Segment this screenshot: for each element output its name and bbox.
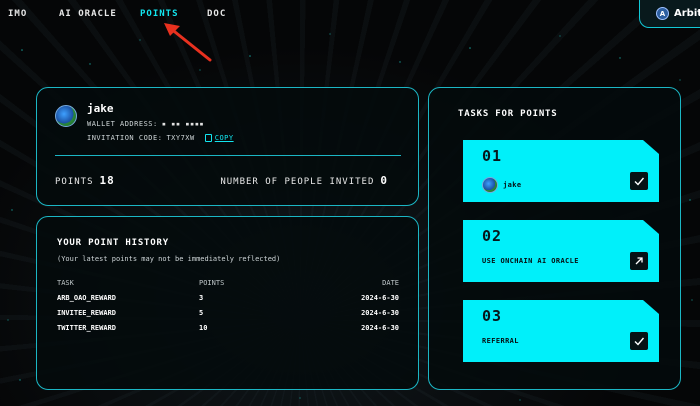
invited-label: NUMBER OF PEOPLE INVITED xyxy=(220,177,375,187)
nav-doc[interactable]: DOC xyxy=(207,9,226,19)
arrow-up-right-icon[interactable] xyxy=(630,252,648,270)
divider xyxy=(55,155,401,156)
wallet-value: ▪ ▪▪ ▪▪▪▪ xyxy=(161,120,205,128)
wallet-label: WALLET ADDRESS: xyxy=(87,120,158,128)
task-label: REFERRAL xyxy=(482,337,519,345)
points-summary: POINTS 18 xyxy=(55,174,115,187)
check-icon[interactable] xyxy=(630,172,648,190)
copy-button[interactable]: COPY xyxy=(204,134,234,142)
row-points: 10 xyxy=(199,323,208,332)
invited-summary: NUMBER OF PEOPLE INVITED 0 xyxy=(220,174,388,187)
invitation-label: INVITATION CODE: xyxy=(87,134,163,142)
task-label-text: USE ONCHAIN AI ORACLE xyxy=(482,257,579,265)
task-label-text: REFERRAL xyxy=(482,337,519,345)
check-icon[interactable] xyxy=(630,332,648,350)
copy-icon xyxy=(204,134,212,142)
nav-imo[interactable]: IMO xyxy=(8,9,27,19)
avatar xyxy=(55,105,77,127)
history-table: TASK POINTS DATE ARB_OAO_REWARD 3 2024-6… xyxy=(57,275,399,335)
nav-points[interactable]: POINTS xyxy=(140,9,179,19)
task-label: USE ONCHAIN AI ORACLE xyxy=(482,257,579,265)
col-points: POINTS xyxy=(199,278,225,287)
point-history-panel: YOUR POINT HISTORY (Your latest points m… xyxy=(36,216,419,390)
task-number: 01 xyxy=(482,147,503,165)
row-date: 2024-6-30 xyxy=(361,293,399,302)
tasks-title: TASKS FOR POINTS xyxy=(458,109,558,119)
network-button[interactable]: A Arbitr xyxy=(639,0,700,28)
network-label: Arbitr xyxy=(674,8,700,19)
table-header: TASK POINTS DATE xyxy=(57,275,399,290)
task-label: jake xyxy=(482,177,521,193)
task-number: 03 xyxy=(482,307,503,325)
col-date: DATE xyxy=(382,278,399,287)
task-number: 02 xyxy=(482,227,503,245)
row-task: TWITTER_REWARD xyxy=(57,323,117,332)
row-points: 3 xyxy=(199,293,204,302)
row-points: 5 xyxy=(199,308,204,317)
nav-ai-oracle[interactable]: AI ORACLE xyxy=(59,9,117,19)
profile-panel: jake WALLET ADDRESS: ▪ ▪▪ ▪▪▪▪ INVITATION… xyxy=(36,87,419,206)
invitation-code: TXY7XW xyxy=(166,134,195,142)
top-nav: IMO AI ORACLE POINTS DOC A Arbitr xyxy=(0,0,700,28)
table-row: INVITEE_REWARD 5 2024-6-30 xyxy=(57,305,399,320)
arbitrum-logo-icon: A xyxy=(656,7,669,20)
invitation-code-row: INVITATION CODE: TXY7XW COPY xyxy=(87,134,234,142)
points-label: POINTS xyxy=(55,177,94,187)
task-card-3[interactable]: 03 REFERRAL xyxy=(463,300,659,362)
tasks-panel: TASKS FOR POINTS 01 jake 02 USE ONCHAIN … xyxy=(428,87,681,390)
col-task: TASK xyxy=(57,278,74,287)
row-date: 2024-6-30 xyxy=(361,323,399,332)
row-task: INVITEE_REWARD xyxy=(57,308,117,317)
history-subtitle: (Your latest points may not be immediate… xyxy=(57,255,281,263)
row-date: 2024-6-30 xyxy=(361,308,399,317)
table-row: TWITTER_REWARD 10 2024-6-30 xyxy=(57,320,399,335)
avatar xyxy=(482,177,498,193)
task-card-2[interactable]: 02 USE ONCHAIN AI ORACLE xyxy=(463,220,659,282)
task-label-text: jake xyxy=(503,181,522,189)
wallet-address: WALLET ADDRESS: ▪ ▪▪ ▪▪▪▪ xyxy=(87,120,204,128)
username: jake xyxy=(87,102,114,115)
table-row: ARB_OAO_REWARD 3 2024-6-30 xyxy=(57,290,399,305)
history-title: YOUR POINT HISTORY xyxy=(57,238,169,248)
task-card-1[interactable]: 01 jake xyxy=(463,140,659,202)
invited-value: 0 xyxy=(380,174,388,187)
row-task: ARB_OAO_REWARD xyxy=(57,293,117,302)
points-value: 18 xyxy=(99,174,115,187)
copy-label: COPY xyxy=(214,134,234,142)
